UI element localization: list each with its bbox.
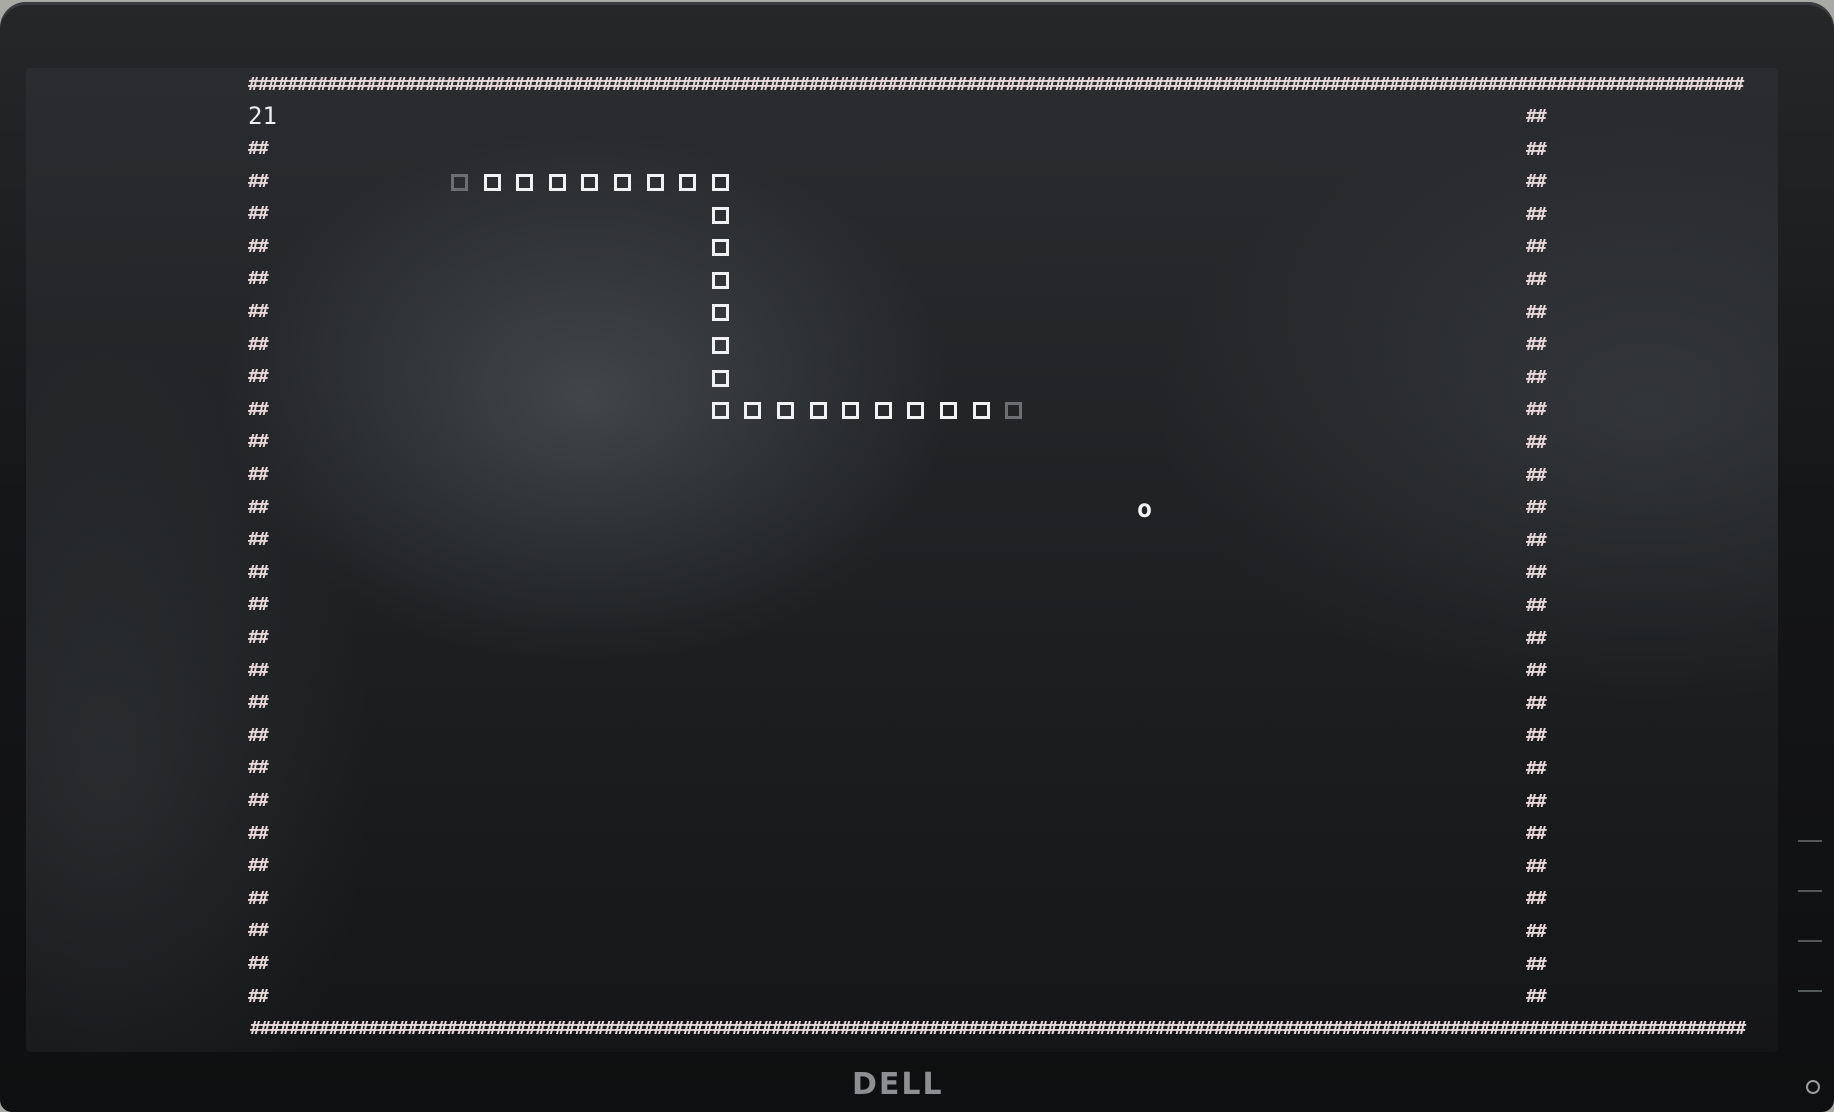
wall-bottom: ########################################… [250, 1018, 1746, 1039]
wall-left-cell: ## [248, 757, 269, 779]
wall-right-cell: ## [1526, 301, 1547, 323]
snake-segment [777, 402, 794, 420]
wall-right-cell: ## [1526, 399, 1547, 421]
snake-segment [581, 174, 599, 191]
wall-right-cell: ## [1526, 236, 1547, 258]
monitor-button-3[interactable] [1798, 940, 1822, 942]
wall-right-cell: ## [1526, 758, 1547, 779]
snake-segment [842, 402, 860, 420]
wall-left-cell: ## [248, 203, 269, 225]
wall-right-cell: ## [1526, 790, 1547, 812]
wall-right-cell: ## [1526, 432, 1547, 453]
wall-right-cell: ## [1526, 203, 1547, 225]
wall-right-cell: ## [1526, 823, 1547, 845]
wall-left-cell: ## [248, 398, 269, 420]
wall-left-cell: ## [248, 659, 269, 681]
wall-left-cell: ## [248, 431, 269, 453]
wall-left-cell: ## [248, 724, 269, 746]
wall-right-cell: ## [1526, 660, 1547, 682]
wall-left-cell: ## [248, 561, 269, 583]
score-counter: 21 [248, 102, 277, 130]
wall-right-cell: ## [1526, 595, 1547, 616]
wall-right-cell: ## [1526, 497, 1547, 519]
snake-segment [711, 304, 729, 322]
wall-right-cell: ## [1526, 366, 1547, 388]
snake-segment [483, 174, 501, 191]
snake-segment [711, 271, 729, 289]
monitor-button-4[interactable] [1798, 990, 1822, 992]
monitor-bezel: 21 #####################################… [0, 2, 1834, 1112]
snake-segment [711, 402, 729, 420]
snake-segment [646, 174, 664, 191]
wall-right-cell: ## [1526, 138, 1547, 160]
wall-left-cell: ## [248, 887, 269, 909]
wall-left-cell: ## [248, 235, 269, 257]
wall-right-cell: ## [1526, 627, 1547, 649]
terminal-screen[interactable]: 21 #####################################… [26, 68, 1778, 1052]
wall-left-cell: ## [248, 627, 269, 648]
snake-segment [744, 402, 762, 420]
monitor-button-1[interactable] [1798, 840, 1822, 842]
snake-segment [711, 369, 729, 387]
wall-left-cell: ## [248, 366, 269, 388]
wall-left-cell: ## [248, 692, 269, 714]
snake-segment [940, 402, 957, 420]
wall-left-cell: ## [248, 985, 269, 1007]
wall-right-cell: ## [1526, 855, 1547, 877]
wall-left-cell: ## [248, 268, 269, 290]
snake-segment [972, 402, 990, 420]
monitor-button-2[interactable] [1798, 890, 1822, 892]
wall-left-cell: ## [248, 594, 269, 616]
wall-left-cell: ## [248, 301, 269, 322]
snake-segment [679, 174, 697, 191]
wall-left-cell: ## [248, 920, 269, 942]
wall-right-cell: ## [1526, 725, 1547, 747]
wall-left-cell: ## [248, 496, 269, 518]
wall-right-cell: ## [1526, 953, 1547, 975]
snake-head-segment [1005, 402, 1023, 420]
wall-left-cell: ## [248, 822, 269, 844]
snake-segment [614, 174, 631, 191]
power-icon[interactable] [1806, 1080, 1820, 1094]
snake-segment [711, 206, 729, 224]
snake-segment [548, 174, 566, 191]
snake-segment [711, 337, 729, 354]
wall-right-cell: ## [1526, 692, 1547, 714]
wall-left-cell: ## [248, 333, 269, 355]
wall-right-cell: ## [1526, 334, 1547, 356]
wall-right-cell: ## [1526, 562, 1547, 584]
wall-right-cell: ## [1526, 986, 1547, 1008]
snake-segment [907, 402, 925, 420]
wall-right-cell: ## [1526, 269, 1547, 290]
snake-segment [516, 174, 534, 191]
wall-left-cell: ## [248, 529, 269, 551]
snake-tail-segment [451, 174, 468, 191]
wall-left-cell: ## [248, 170, 269, 192]
snake-segment [809, 402, 827, 420]
wall-left-cell: ## [248, 855, 269, 877]
game-scene: 21 #####################################… [0, 0, 1834, 1112]
food-pellet: o [1137, 494, 1153, 523]
wall-right-cell: ## [1526, 529, 1547, 551]
wall-left-cell: ## [248, 138, 269, 159]
snake-segment [711, 174, 729, 191]
wall-left-cell: ## [248, 953, 269, 974]
snake-segment [711, 239, 729, 257]
wall-right-cell: ## [1526, 888, 1547, 910]
wall-right-cell: ## [1526, 921, 1547, 942]
monitor-brand-logo: DELL [852, 1067, 944, 1102]
wall-right-cell: ## [1526, 464, 1547, 486]
wall-left-cell: ## [248, 464, 269, 485]
wall-right-cell: ## [1526, 106, 1547, 127]
snake-segment [874, 402, 892, 420]
wall-right-cell: ## [1526, 171, 1547, 193]
wall-left-cell: ## [248, 790, 269, 811]
wall-top: ########################################… [248, 74, 1744, 95]
